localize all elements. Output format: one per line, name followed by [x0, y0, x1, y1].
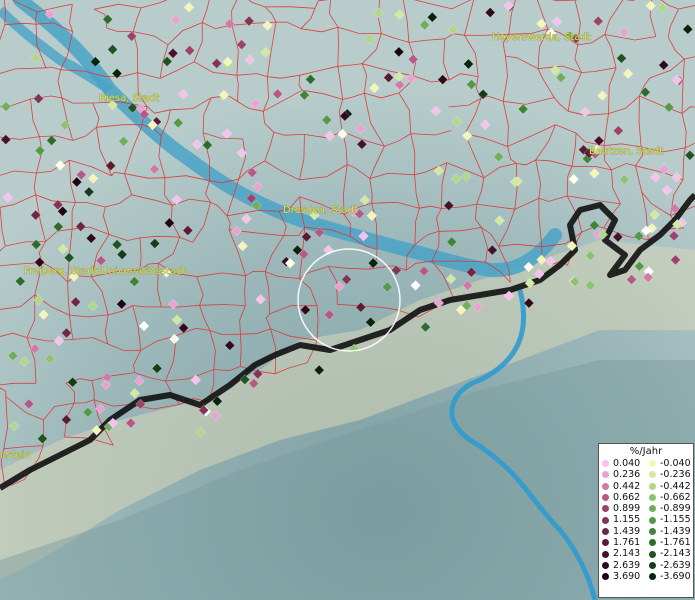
city-label-dresden: Dresden, Stadt — [283, 205, 358, 216]
legend-positive-column: 0.040 0.236 0.442 0.662 0.899 1.155 1.439 1.761… — [599, 458, 646, 582]
legend-swatch — [649, 460, 656, 468]
legend-swatch — [602, 527, 609, 535]
legend-row: -0.442 — [646, 481, 693, 492]
legend-swatch — [602, 550, 609, 558]
legend-row: 3.690 — [599, 571, 646, 582]
legend-label: -0.442 — [660, 480, 691, 492]
legend-row: 1.761 — [599, 537, 646, 548]
legend-row: -3.690 — [646, 571, 693, 582]
legend-swatch — [649, 516, 656, 524]
legend-row: -0.236 — [646, 469, 693, 480]
legend-row: -1.761 — [646, 537, 693, 548]
city-label-freiberg: Freiberg, Stadt/Universitätsstadt — [24, 266, 186, 277]
legend-row: -0.040 — [646, 458, 693, 469]
legend-row: 0.236 — [599, 469, 646, 480]
legend-swatch — [649, 561, 656, 569]
legend-label: 2.639 — [613, 559, 641, 571]
legend-swatch — [649, 573, 656, 581]
legend-label: 3.690 — [613, 570, 641, 582]
legend-row: 0.662 — [599, 492, 646, 503]
legend-swatch — [649, 505, 656, 513]
legend-label: 1.761 — [613, 537, 641, 549]
legend-label: -0.899 — [660, 503, 691, 515]
legend-label: 1.155 — [613, 514, 641, 526]
legend-label: -2.143 — [660, 548, 691, 560]
map-canvas[interactable]: Hoyerswerda, Stadt Riesa, Stadt Bautzen,… — [0, 0, 695, 600]
legend-row: 2.143 — [599, 548, 646, 559]
legend-row: -2.639 — [646, 560, 693, 571]
legend-label: -0.040 — [660, 458, 691, 469]
legend-swatch — [602, 460, 609, 468]
legend-swatch — [602, 505, 609, 513]
city-label-nstein: nstein — [0, 450, 31, 461]
legend-row: -1.439 — [646, 526, 693, 537]
legend-label: 0.040 — [613, 458, 641, 469]
legend-label: -0.662 — [660, 491, 691, 503]
legend-row: 1.155 — [599, 514, 646, 525]
legend-row: 0.040 — [599, 458, 646, 469]
legend-label: -3.690 — [660, 570, 691, 582]
legend-label: -2.639 — [660, 559, 691, 571]
legend-label: 2.143 — [613, 548, 641, 560]
legend-swatch — [649, 482, 656, 490]
legend-row: 1.439 — [599, 526, 646, 537]
legend-swatch — [602, 561, 609, 569]
legend-swatch — [649, 471, 656, 479]
legend-negative-column: -0.040 -0.236 -0.442 -0.662 -0.899 -1.155 -1.4… — [646, 458, 693, 582]
legend-swatch — [649, 550, 656, 558]
legend-row: -0.662 — [646, 492, 693, 503]
legend-swatch — [602, 539, 609, 547]
legend-swatch — [602, 482, 609, 490]
legend-label: 0.236 — [613, 469, 641, 481]
city-label-hoyerswerda: Hoyerswerda, Stadt — [492, 32, 591, 43]
legend-swatch — [602, 494, 609, 502]
legend-swatch — [602, 516, 609, 524]
legend-row: -1.155 — [646, 514, 693, 525]
legend-label: -1.761 — [660, 537, 691, 549]
legend-swatch — [649, 527, 656, 535]
city-label-riesa: Riesa, Stadt — [99, 93, 159, 104]
legend-row: 0.442 — [599, 481, 646, 492]
legend-swatch — [602, 573, 609, 581]
legend-label: 0.899 — [613, 503, 641, 515]
legend-label: 0.662 — [613, 491, 641, 503]
legend-label: -1.155 — [660, 514, 691, 526]
legend-label: 1.439 — [613, 525, 641, 537]
legend-row: -2.143 — [646, 548, 693, 559]
legend-row: -0.899 — [646, 503, 693, 514]
legend-label: -1.439 — [660, 525, 691, 537]
legend-swatch — [649, 539, 656, 547]
legend-swatch — [602, 471, 609, 479]
legend-row: 0.899 — [599, 503, 646, 514]
legend-swatch — [649, 494, 656, 502]
legend-row: 2.639 — [599, 560, 646, 571]
legend-label: 0.442 — [613, 480, 641, 492]
legend-label: -0.236 — [660, 469, 691, 481]
legend: %/Jahr 0.040 0.236 0.442 0.662 0.899 1.155 1.4… — [598, 443, 694, 598]
legend-title: %/Jahr — [629, 446, 663, 457]
city-label-bautzen: Bautzen, Stadt — [589, 146, 663, 157]
